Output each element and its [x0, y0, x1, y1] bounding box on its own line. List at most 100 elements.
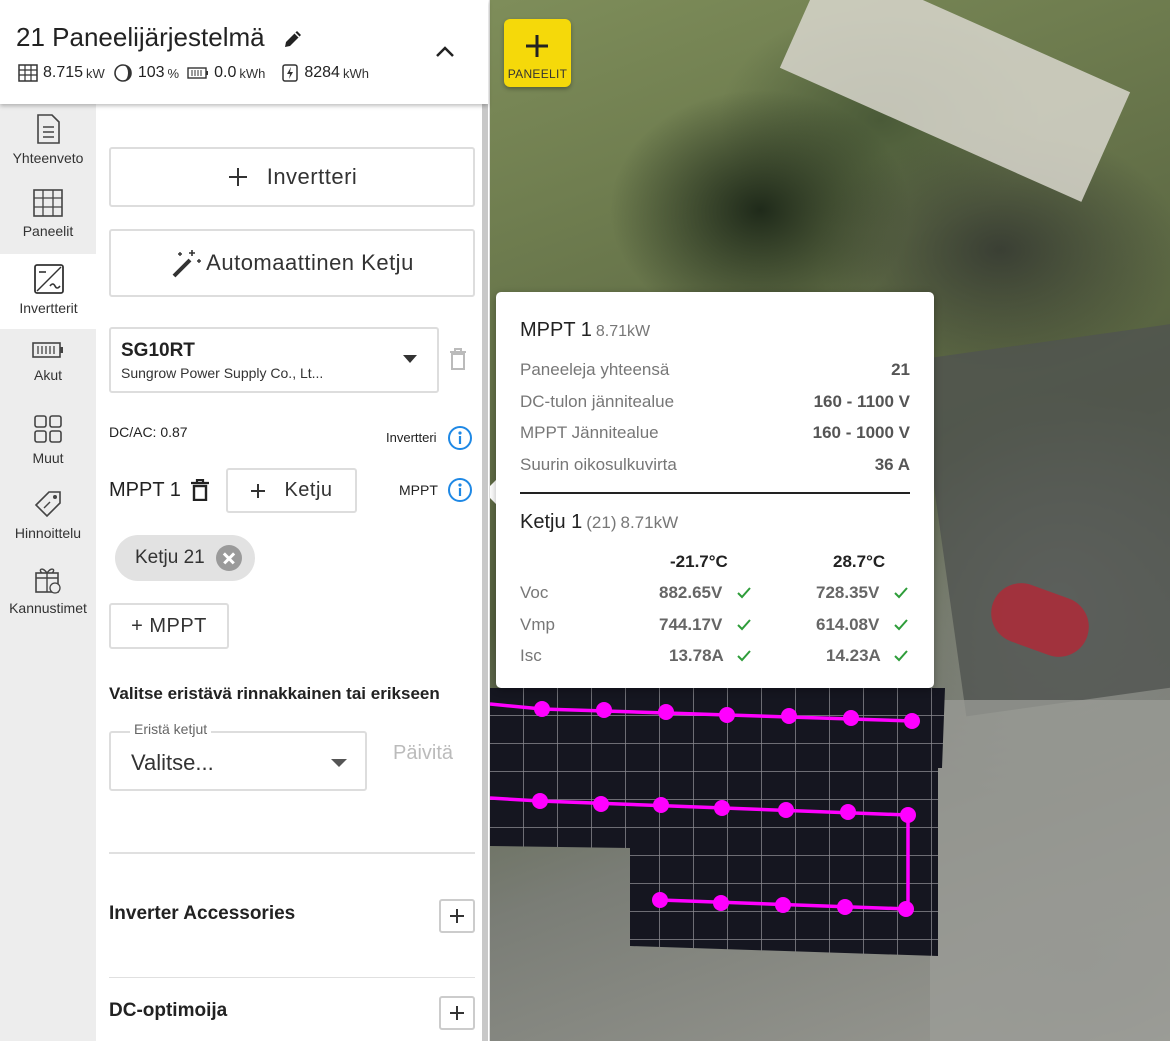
panel-node[interactable] [775, 897, 791, 913]
nav-label: Paneelit [22, 223, 74, 239]
add-string-label: Ketju [284, 479, 333, 501]
panel-node[interactable] [534, 701, 550, 717]
popup-row: DC-tulon jännitealue 160 - 1100 V [520, 392, 910, 411]
nav-item-incentives[interactable]: Kannustimet [0, 554, 96, 629]
divider [109, 977, 475, 978]
divider [109, 852, 475, 854]
add-accessory-button[interactable] [439, 899, 475, 933]
gift-icon [35, 568, 61, 594]
nav-item-summary[interactable]: Yhteenveto [0, 104, 96, 179]
dc-optimizer-title: DC-optimoija [109, 1000, 228, 1021]
chevron-up-icon[interactable] [434, 44, 456, 58]
check-icon [737, 587, 751, 599]
trash-icon[interactable] [190, 479, 210, 501]
panel-node[interactable] [900, 807, 916, 823]
panel-node[interactable] [532, 793, 548, 809]
nav-item-other[interactable]: Muut [0, 404, 96, 479]
solar-panel-array[interactable] [490, 688, 950, 958]
ratio-icon [114, 64, 132, 82]
dropdown-arrow-icon [331, 759, 347, 767]
panel-node[interactable] [596, 702, 612, 718]
nav-item-batteries[interactable]: Akut [0, 329, 96, 404]
panel-node[interactable] [781, 708, 797, 724]
trash-icon[interactable] [449, 348, 467, 370]
panel-node[interactable] [898, 901, 914, 917]
dropdown-arrow-icon [403, 355, 417, 363]
nav-item-inverters[interactable]: Invertterit [0, 254, 97, 329]
string-summary: Ketju 1 (21) 8.71kW [520, 511, 679, 533]
inverter-select[interactable]: SG10RT Sungrow Power Supply Co., Lt... [109, 327, 439, 393]
check-icon [894, 587, 908, 599]
add-inverter-button[interactable]: Invertteri [109, 147, 475, 207]
system-title: 21 Paneelijärjestelmä [16, 22, 265, 52]
isolation-select[interactable]: Valitse... [109, 731, 367, 791]
panel-node[interactable] [840, 804, 856, 820]
section-nav: Yhteenveto Paneelit Invertterit Akut Muu… [0, 104, 97, 1041]
voc-hot-value: 728.35V [816, 583, 880, 602]
panel-node[interactable] [593, 796, 609, 812]
add-panels-button[interactable]: PANEELIT [504, 19, 571, 87]
inverter-accessories-title: Inverter Accessories [109, 903, 296, 924]
isc-hot-value: 14.23A [826, 646, 881, 665]
energy-icon [282, 64, 299, 82]
roof-area [779, 0, 1131, 202]
vmp-hot-value: 614.08V [816, 615, 880, 634]
check-icon [894, 619, 908, 631]
panel-node[interactable] [653, 797, 669, 813]
panel-node[interactable] [778, 802, 794, 818]
check-icon [894, 650, 908, 662]
magic-wand-icon [172, 250, 202, 278]
nav-label: Invertterit [19, 300, 78, 316]
panel-node[interactable] [652, 892, 668, 908]
panel-node[interactable] [658, 704, 674, 720]
nav-label: Muut [32, 450, 64, 466]
add-optimizer-button[interactable] [439, 996, 475, 1030]
nav-label: Akut [33, 367, 62, 383]
close-icon[interactable] [216, 545, 242, 571]
panel-node[interactable] [719, 707, 735, 723]
check-icon [737, 619, 751, 631]
info-icon[interactable] [447, 425, 473, 451]
grid-plus-icon [34, 415, 62, 443]
popup-row: Suurin oikosulkuvirta 36 A [520, 455, 910, 474]
string-chip[interactable]: Ketju 21 [115, 535, 255, 581]
building [930, 700, 1170, 1041]
nav-label: Hinnoittelu [14, 525, 82, 541]
update-button[interactable]: Päivitä [393, 742, 453, 765]
nav-item-panels[interactable]: Paneelit [0, 179, 96, 254]
isolation-title: Valitse eristävä rinnakkainen tai erikse… [109, 684, 440, 703]
add-mppt-label: + MPPT [131, 614, 207, 637]
pencil-icon[interactable] [282, 28, 304, 50]
panel-node[interactable] [904, 713, 920, 729]
document-icon [37, 114, 60, 144]
info-icon[interactable] [447, 477, 473, 503]
popup-row: Paneeleja yhteensä 21 [520, 360, 910, 379]
battery-icon [32, 342, 63, 358]
auto-string-label: Automaattinen Ketju [206, 250, 414, 275]
stat-battery: 0.0 kWh [187, 64, 265, 82]
nav-label: Yhteenveto [12, 150, 84, 166]
panel-grid [490, 688, 945, 956]
plus-icon [526, 35, 548, 57]
temp-cold-header: -21.7°C [670, 552, 728, 571]
panel-node[interactable] [843, 710, 859, 726]
panel-node[interactable] [713, 895, 729, 911]
isolation-value: Valitse... [131, 750, 214, 775]
mppt-info-popup: MPPT 1 8.71kW Paneeleja yhteensä 21 DC-tul… [496, 292, 934, 688]
add-mppt-button[interactable]: + MPPT [109, 603, 229, 649]
panel-node[interactable] [714, 800, 730, 816]
panel-node[interactable] [837, 899, 853, 915]
popup-title: MPPT 1 8.71kW [520, 319, 651, 341]
nav-item-pricing[interactable]: Hinnoittelu [0, 479, 96, 554]
add-string-button[interactable]: Ketju [226, 468, 357, 513]
dc-ac-ratio: DC/AC: 0.87 [109, 424, 188, 440]
system-stats: 8.715 kW 103% 0.0 kWh 8284 kWh [18, 63, 377, 83]
price-tag-icon [34, 491, 61, 518]
isolation-field-label: Eristä ketjut [130, 721, 212, 737]
mppt-label: MPPT 1 [109, 479, 181, 501]
popup-divider [520, 492, 910, 494]
auto-string-button[interactable]: Automaattinen Ketju [109, 229, 475, 297]
scrollbar[interactable] [482, 104, 488, 1041]
plus-icon [228, 168, 247, 186]
popup-row: MPPT Jännitealue 160 - 1000 V [520, 423, 910, 442]
